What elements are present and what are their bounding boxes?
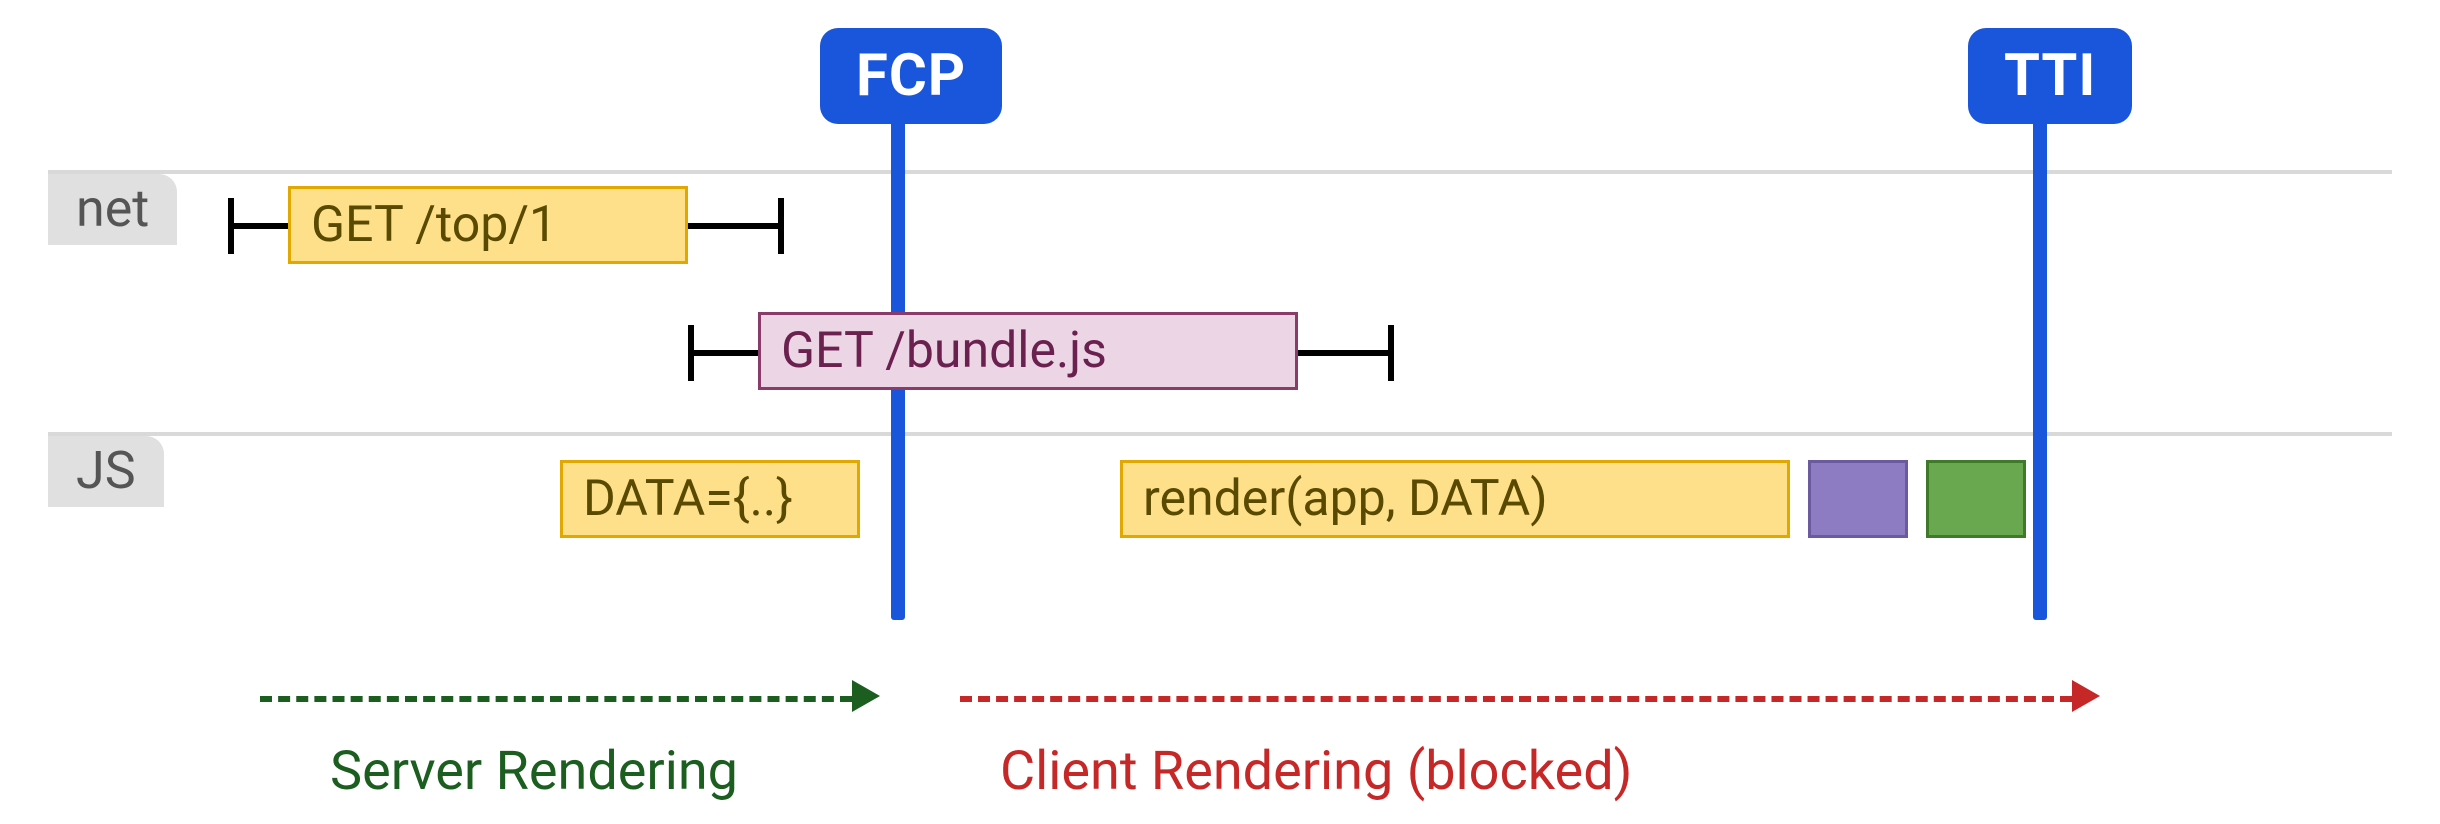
whisker-left-line-top1 (228, 223, 288, 229)
bar-data-block: DATA={..} (560, 460, 860, 538)
bar-purple-block (1808, 460, 1908, 538)
tti-pill: TTI (1968, 28, 2132, 124)
bar-green-block (1926, 460, 2026, 538)
rendering-timeline-diagram: net JS FCP TTI GET /top/1 GET /bundle.js… (0, 0, 2440, 824)
bar-get-bundle: GET /bundle.js (758, 312, 1298, 390)
phase-label-client: Client Rendering (blocked) (1000, 740, 1632, 803)
whisker-left-cap-bundle (688, 325, 694, 381)
arrow-client (960, 696, 2072, 702)
bar-get-top1: GET /top/1 (288, 186, 688, 264)
whisker-left-cap-top1 (228, 198, 234, 254)
arrow-server (260, 696, 852, 702)
arrow-head-client (2072, 680, 2100, 712)
whisker-right-line-bundle (1298, 350, 1388, 356)
fcp-pill: FCP (820, 28, 1002, 124)
whisker-right-cap-top1 (778, 198, 784, 254)
arrow-head-server (852, 680, 880, 712)
whisker-right-cap-bundle (1388, 325, 1394, 381)
bar-render: render(app, DATA) (1120, 460, 1790, 538)
whisker-left-line-bundle (688, 350, 758, 356)
whisker-right-line-top1 (688, 223, 778, 229)
lane-label-net: net (48, 174, 177, 245)
lane-label-js: JS (48, 436, 164, 507)
phase-label-server: Server Rendering (330, 740, 738, 803)
tti-line (2033, 120, 2047, 620)
